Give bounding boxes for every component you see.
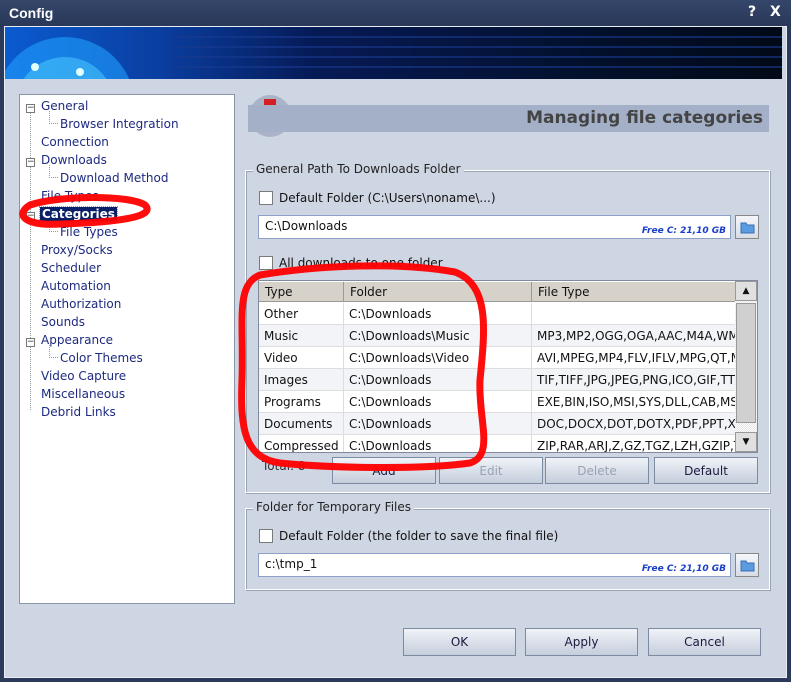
tree-item[interactable]: Appearance [41, 333, 113, 347]
table-cell [532, 303, 737, 325]
temp-path-value: c:\tmp_1 [265, 557, 318, 571]
all-to-one-folder-label: All downloads to one folder [279, 256, 443, 270]
table-row[interactable]: Images C:\Downloads TIF,TIFF,JPG,JPEG,PNG,… [259, 369, 737, 391]
table-row[interactable]: Documents C:\Downloads DOC,DOCX,DOT,DOTX,P… [259, 413, 737, 435]
table-cell: C:\Downloads [344, 435, 532, 452]
tree-item[interactable]: Authorization [41, 297, 121, 311]
table-cell: C:\Downloads [344, 413, 532, 435]
table-row[interactable]: Video C:\Downloads\Video AVI,MPEG,MP4,FLV,… [259, 347, 737, 369]
table-cell: C:\Downloads [344, 391, 532, 413]
table-cell: Images [259, 369, 344, 391]
banner-image [5, 27, 782, 79]
browse-folder-button[interactable] [735, 215, 759, 239]
folder-icon [740, 222, 755, 234]
tree-item[interactable]: Browser Integration [60, 117, 179, 131]
tree-item[interactable]: File Types [41, 189, 99, 203]
cancel-button[interactable]: Cancel [648, 628, 761, 656]
temp-folder-group-label: Folder for Temporary Files [253, 500, 415, 514]
scroll-up-icon[interactable]: ▲ [735, 281, 757, 301]
collapse-icon[interactable]: − [26, 338, 35, 347]
collapse-icon[interactable]: − [26, 212, 35, 221]
temp-default-folder-label: Default Folder (the folder to save the f… [279, 529, 559, 543]
total-count: Total: 8 [262, 459, 306, 473]
table-cell: Compressed [259, 435, 344, 452]
table-cell: C:\Downloads [344, 369, 532, 391]
table-cell: Video [259, 347, 344, 369]
default-folder-label: Default Folder (C:\Users\noname\...) [279, 191, 496, 205]
tree-item[interactable]: Miscellaneous [41, 387, 125, 401]
table-cell: Music [259, 325, 344, 347]
apply-button[interactable]: Apply [525, 628, 638, 656]
tree-item[interactable]: Color Themes [60, 351, 143, 365]
page-title: Managing file categories [526, 108, 763, 128]
title-bar: Config ? X [0, 0, 791, 26]
ok-button[interactable]: OK [403, 628, 516, 656]
tree-item[interactable]: Connection [41, 135, 109, 149]
tree-item[interactable]: Download Method [60, 171, 168, 185]
window-title: Config [9, 5, 54, 21]
table-cell: ZIP,RAR,ARJ,Z,GZ,TGZ,LZH,GZIP,T [532, 435, 737, 452]
collapse-icon[interactable]: − [26, 104, 35, 113]
table-cell: DOC,DOCX,DOT,DOTX,PDF,PPT,XL [532, 413, 737, 435]
delete-button[interactable]: Delete [545, 457, 649, 484]
default-folder-checkbox[interactable] [259, 191, 273, 205]
tree-item[interactable]: Debrid Links [41, 405, 116, 419]
temp-browse-folder-button[interactable] [735, 553, 759, 577]
table-cell: MP3,MP2,OGG,OGA,AAC,M4A,WMA [532, 325, 737, 347]
tree-item[interactable]: Categories [39, 206, 118, 222]
tree-item[interactable]: Sounds [41, 315, 85, 329]
folder-icon [740, 560, 755, 572]
all-to-one-folder-checkbox[interactable] [259, 256, 273, 270]
general-path-group-label: General Path To Downloads Folder [253, 162, 464, 176]
table-row[interactable]: Other C:\Downloads [259, 303, 737, 325]
categories-table[interactable]: Type Folder File Type Other C:\Downloads Musi… [258, 280, 758, 453]
tree-item[interactable]: Video Capture [41, 369, 126, 383]
free-space-label: Free C: 21,10 GB [641, 226, 726, 236]
settings-tree[interactable]: − General Browser Integration Connection − Do… [19, 94, 235, 604]
table-row[interactable]: Programs C:\Downloads EXE,BIN,ISO,MSI,SYS,… [259, 391, 737, 413]
default-button[interactable]: Default [654, 457, 758, 484]
table-cell: Programs [259, 391, 344, 413]
download-path-value: C:\Downloads [265, 219, 348, 233]
table-cell: Documents [259, 413, 344, 435]
table-cell: C:\Downloads\Video [344, 347, 532, 369]
tree-item[interactable]: General [41, 99, 88, 113]
column-header[interactable]: Folder [344, 282, 532, 302]
table-cell: C:\Downloads [344, 303, 532, 325]
edit-button[interactable]: Edit [439, 457, 543, 484]
tree-item[interactable]: Automation [41, 279, 111, 293]
table-cell: EXE,BIN,ISO,MSI,SYS,DLL,CAB,MS [532, 391, 737, 413]
table-row[interactable]: Music C:\Downloads\Music MP3,MP2,OGG,OGA,A… [259, 325, 737, 347]
close-button[interactable]: X [770, 4, 781, 20]
temp-path-input[interactable]: c:\tmp_1 Free C: 21,10 GB [258, 553, 731, 577]
banner-graphic [5, 36, 782, 79]
table-cell: TIF,TIFF,JPG,JPEG,PNG,ICO,GIF,TT [532, 369, 737, 391]
tree-item[interactable]: Downloads [41, 153, 107, 167]
help-button[interactable]: ? [748, 4, 756, 20]
table-cell: AVI,MPEG,MP4,FLV,IFLV,MPG,QT,M [532, 347, 737, 369]
add-button[interactable]: Add [332, 457, 436, 484]
tree-item[interactable]: Proxy/Socks [41, 243, 113, 257]
table-cell: Other [259, 303, 344, 325]
temp-folder-group [245, 508, 770, 590]
collapse-icon[interactable]: − [26, 158, 35, 167]
table-row[interactable]: Compressed C:\Downloads ZIP,RAR,ARJ,Z,GZ,T… [259, 435, 737, 452]
temp-default-folder-checkbox[interactable] [259, 529, 273, 543]
temp-free-space-label: Free C: 21,10 GB [641, 564, 726, 574]
table-cell: C:\Downloads\Music [344, 325, 532, 347]
scroll-down-icon[interactable]: ▼ [735, 432, 757, 452]
tree-item[interactable]: Scheduler [41, 261, 101, 275]
column-header[interactable]: File Type [532, 282, 737, 302]
tree-item[interactable]: File Types [60, 225, 118, 239]
scroll-thumb[interactable] [736, 303, 756, 423]
download-path-input[interactable]: C:\Downloads Free C: 21,10 GB [258, 215, 731, 239]
table-scrollbar[interactable]: ▲ ▼ [735, 281, 757, 452]
column-header[interactable]: Type [259, 282, 344, 302]
